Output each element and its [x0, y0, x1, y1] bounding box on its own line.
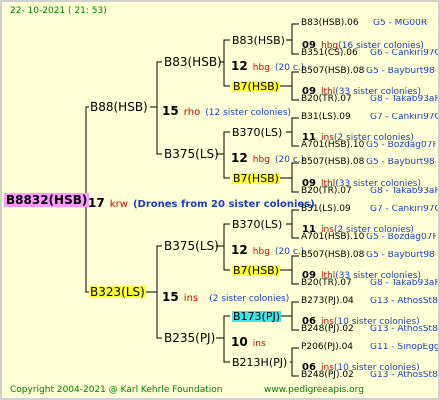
lvl2-mark-1: hbg: [252, 63, 270, 73]
lvl4-node-10[interactable]: A701(HSB).10: [301, 233, 364, 242]
lvl4-node-6[interactable]: A701(HSB).10: [301, 141, 364, 150]
lvl4-origin-13: G13 - AthosSt80R: [370, 297, 438, 306]
root-queen[interactable]: B8832(HSB): [4, 193, 90, 207]
lvl4-origin-9: G7 - Cankiri97Q: [370, 205, 440, 214]
lvl4-node-4[interactable]: B20(TR).07: [301, 95, 352, 104]
lvl4-origin-16: G13 - AthosSt80R: [370, 371, 438, 380]
lvl4-node-3[interactable]: B507(HSB).08: [301, 67, 364, 76]
lvl3-node-4[interactable]: B7(HSB): [232, 173, 280, 184]
lvl4-origin-11: G5 - Bayburt98-3: [366, 251, 436, 260]
copyright-text: Copyright 2004-2021 @ Karl Kehrle Founda…: [10, 385, 223, 395]
site-url[interactable]: www.pedigreeapis.org: [264, 386, 364, 395]
lvl4-origin-6: G5 - Bozdag07R: [366, 141, 436, 150]
lvl1-mark-1: rho: [183, 107, 201, 118]
lvl2-note-1: (20 c.): [275, 63, 305, 73]
lvl3-node-6[interactable]: B7(HSB): [232, 265, 280, 276]
lvl2-info-2: 12 hbg (20 c.): [231, 149, 304, 165]
lvl4-origin-8: G8 - Takab93aR: [370, 187, 440, 196]
report-date: 22- 10-2021 ( 21: 53): [10, 6, 107, 16]
lvl4-node-9[interactable]: B31(LS).09: [301, 205, 351, 214]
lvl2-mark-4: ins: [252, 339, 266, 349]
lvl4-node-15[interactable]: P206(PJ).04: [301, 343, 353, 352]
lvl1-info-2: 15 ins (2 sister colonies): [162, 288, 289, 304]
root-drones-note: (Drones from 20 sister colonies): [132, 199, 315, 210]
lvl4-origin-12: G8 - Takab93aR: [370, 279, 440, 288]
lvl2-info-1: 12 hbg (20 c.): [231, 57, 304, 73]
lvl2-node-3[interactable]: B375(LS): [164, 240, 219, 252]
lvl4-origin-2: G6 - Cankiri97Q: [370, 49, 440, 58]
lvl3-node-8[interactable]: B213H(PJ): [232, 357, 287, 368]
lvl4-origin-14: G13 - AthosSt80R: [370, 325, 438, 334]
lvl2-gen-3: 12: [231, 243, 248, 257]
lvl4-node-5[interactable]: B31(LS).09: [301, 113, 351, 122]
lvl2-node-1[interactable]: B83(HSB): [164, 56, 222, 68]
lvl4-node-1[interactable]: B83(HSB).06: [301, 19, 359, 28]
lvl1-mark-2: ins: [183, 293, 199, 304]
lvl1-gen-1: 15: [162, 104, 179, 118]
lvl3-node-2[interactable]: B7(HSB): [232, 81, 280, 92]
lvl4-origin-4: G8 - Takab93aR: [370, 95, 440, 104]
lvl1-note-2: (2 sister colonies): [209, 294, 290, 304]
lvl4-origin-3: G5 - Bayburt98-3: [366, 67, 436, 76]
lvl1-info-1: 15 rho (12 sister colonies): [162, 102, 291, 118]
lvl2-info-3: 12 hbg (20 c.): [231, 241, 304, 257]
lvl2-gen-2: 12: [231, 151, 248, 165]
lvl2-mark-2: hbg: [252, 155, 270, 165]
lvl4-origin-7: G5 - Bayburt98-3: [366, 158, 436, 167]
lvl4-origin-5: G7 - Cankiri97Q: [370, 113, 440, 122]
root-mating-info: 17 krw (Drones from 20 sister colonies): [88, 194, 315, 210]
lvl4-origin-1: G5 - MG00R: [373, 19, 428, 28]
lvl4-node-16[interactable]: B248(PJ).02: [301, 371, 354, 380]
lvl3-node-3[interactable]: B370(LS): [232, 127, 282, 138]
lvl4-node-11[interactable]: B507(HSB).08: [301, 251, 364, 260]
root-generation: 17: [88, 196, 105, 210]
lvl2-gen-4: 10: [231, 335, 248, 349]
lvl3-node-1[interactable]: B83(HSB): [232, 35, 285, 46]
lvl1-note-1: (12 sister colonies): [205, 108, 292, 118]
lvl4-node-12[interactable]: B20(TR).07: [301, 279, 352, 288]
lvl2-gen-1: 12: [231, 59, 248, 73]
lvl1-gen-2: 15: [162, 290, 179, 304]
lvl2-note-3: (20 c.): [275, 247, 305, 257]
lvl4-origin-10: G5 - Bozdag07R: [366, 233, 436, 242]
lvl2-node-2[interactable]: B375(LS): [164, 148, 219, 160]
lvl2-node-4[interactable]: B235(PJ): [164, 332, 215, 344]
lvl2-mark-3: hbg: [252, 247, 270, 257]
lvl3-node-5[interactable]: B370(LS): [232, 219, 282, 230]
lvl1-node-1[interactable]: B88(HSB): [90, 101, 148, 113]
lvl2-note-2: (20 c.): [275, 155, 305, 165]
lvl4-node-8[interactable]: B20(TR).07: [301, 187, 352, 196]
root-mark: krw: [109, 199, 128, 210]
pedigree-frame: 22- 10-2021 ( 21: 53) B8832(HSB) 17 krw …: [0, 0, 440, 400]
lvl4-node-14[interactable]: B248(PJ).02: [301, 325, 354, 334]
lvl4-node-2[interactable]: B351(CS).06: [301, 49, 358, 58]
lvl1-node-2[interactable]: B323(LS): [89, 286, 146, 298]
lvl4-node-13[interactable]: B273(PJ).04: [301, 297, 354, 306]
lvl2-info-4: 10 ins: [231, 333, 266, 349]
lvl3-node-7[interactable]: B173(PJ): [232, 311, 282, 322]
lvl4-origin-15: G11 - SinopEgg86R: [370, 343, 440, 352]
lvl4-node-7[interactable]: B507(HSB).08: [301, 158, 364, 167]
